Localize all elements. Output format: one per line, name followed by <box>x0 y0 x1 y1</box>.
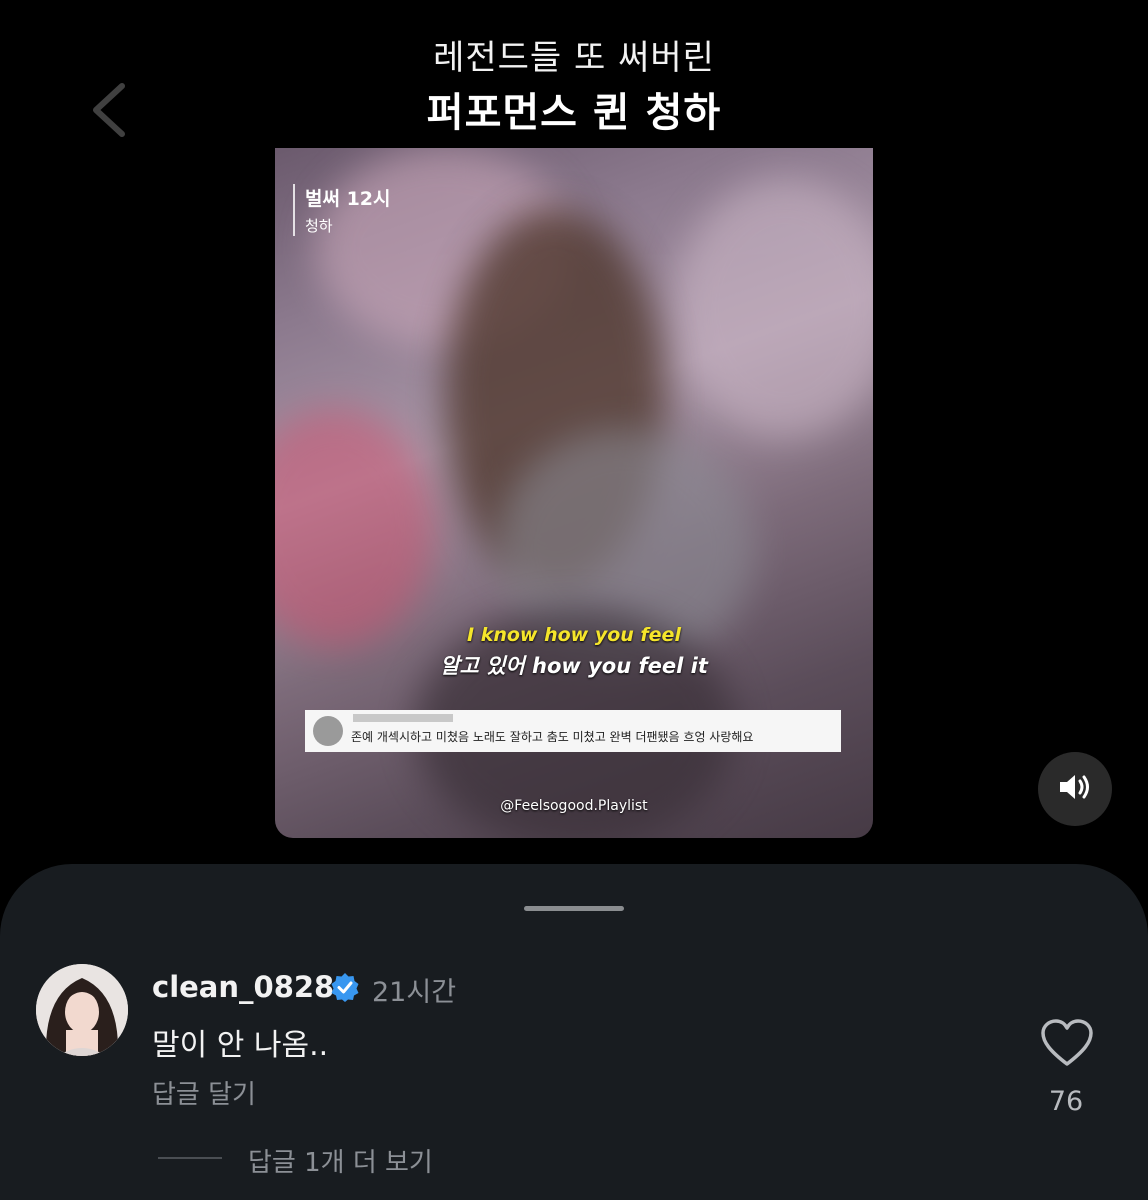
blurred-username <box>353 714 453 722</box>
mute-toggle-button[interactable] <box>1038 752 1112 826</box>
speaker-icon <box>1057 771 1093 807</box>
embedded-comment-card: 존예 개섹시하고 미쳤음 노래도 잘하고 춤도 미쳤고 완벽 더팬됐음 흐엉 사… <box>305 710 841 752</box>
comment-timestamp: 21시간 <box>372 977 457 1008</box>
comments-sheet: clean_0828 21시간 말이 안 나옴.. 답글 달기 76 답글 1개… <box>0 864 1148 1200</box>
comment-username[interactable]: clean_0828 <box>152 970 334 1004</box>
song-info: 벌써 12시 청하 <box>293 184 391 236</box>
reels-screen: 레전드들 또 써버린 퍼포먼스 퀸 청하 벌써 12시 청하 I know ho… <box>0 0 1148 1200</box>
video-watermark: @Feelsogood.Playlist <box>500 798 648 814</box>
video-headline-line2: 퍼포먼스 퀸 청하 <box>426 90 722 136</box>
sheet-grabber[interactable] <box>524 906 624 911</box>
blurred-avatar <box>313 716 343 746</box>
view-more-replies-button[interactable]: 답글 1개 더 보기 <box>248 1142 433 1179</box>
song-title: 벌써 12시 <box>305 188 391 210</box>
subtitle-korean: 알고 있어 how you feel it <box>440 654 708 678</box>
song-artist: 청하 <box>305 217 333 235</box>
video-headline-line1: 레전드들 또 써버린 <box>433 38 715 78</box>
like-count: 76 <box>1048 1086 1084 1117</box>
comment-text: 말이 안 나옴.. <box>152 1028 329 1063</box>
subtitle-english: I know how you feel <box>467 624 681 646</box>
embedded-comment-text: 존예 개섹시하고 미쳤음 노래도 잘하고 춤도 미쳤고 완벽 더팬됐음 흐엉 사… <box>351 730 754 744</box>
replies-divider <box>158 1157 222 1159</box>
heart-icon[interactable] <box>1040 1018 1094 1068</box>
video-player[interactable]: 벌써 12시 청하 I know how you feel 알고 있어 how … <box>275 148 873 838</box>
avatar[interactable] <box>36 964 128 1056</box>
reply-button[interactable]: 답글 달기 <box>152 1074 256 1111</box>
verified-badge-icon <box>330 972 360 1002</box>
